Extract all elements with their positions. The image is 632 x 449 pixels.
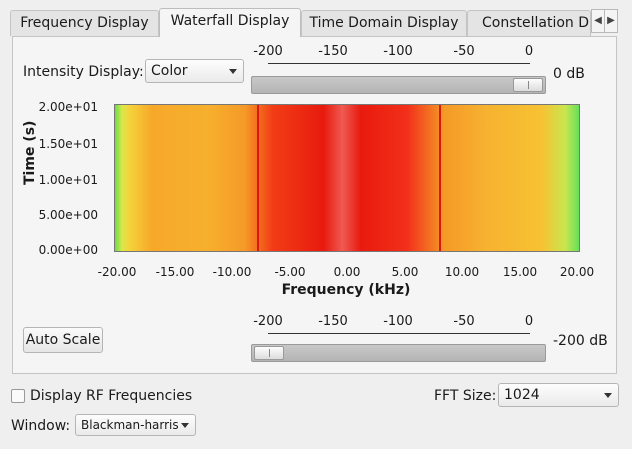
y-tick-label: 0.00e+00 (38, 243, 98, 257)
scale-tick-label: 0 (524, 314, 534, 329)
x-tick-label: 10.00 (444, 265, 480, 279)
max-intensity-slider[interactable] (251, 76, 546, 94)
min-intensity-slider[interactable] (251, 344, 546, 362)
scale-tick-label: -50 (453, 314, 475, 329)
scale-tick-label: -150 (318, 44, 348, 59)
window-label: Window: (11, 418, 71, 434)
waterfall-plot[interactable] (114, 104, 580, 252)
tab-constellation-display[interactable]: Constellation Di (467, 10, 591, 36)
x-tick-label: -10.00 (212, 265, 252, 279)
scale-tick-label: -150 (318, 314, 348, 329)
scale-tick-label: -100 (383, 314, 413, 329)
display-rf-frequencies-checkbox[interactable] (11, 389, 25, 403)
x-tick-label: -5.00 (274, 265, 306, 279)
fft-size-label: FFT Size: (434, 388, 497, 404)
intensity-display-value: Color (151, 63, 188, 79)
x-tick-label: -20.00 (97, 265, 137, 279)
x-tick-label: 15.00 (502, 265, 538, 279)
x-tick-label: -15.00 (155, 265, 195, 279)
chevron-down-icon (229, 69, 237, 74)
min-intensity-value: -200 dB (553, 333, 608, 349)
intensity-display-select[interactable]: Color (145, 59, 244, 83)
max-intensity-slider-handle[interactable] (513, 78, 543, 92)
y-tick-label: 1.50e+01 (38, 137, 98, 151)
display-rf-frequencies-label: Display RF Frequencies (30, 388, 193, 404)
chevron-down-icon (181, 423, 189, 428)
min-intensity-slider-handle[interactable] (254, 346, 284, 360)
window-value: Blackman-harris (81, 418, 179, 432)
tab-scroll-left-icon[interactable]: ◀ (591, 9, 605, 33)
max-intensity-value: 0 dB (553, 66, 585, 82)
tab-time-domain-display[interactable]: Time Domain Display (301, 10, 467, 36)
x-axis-title: Frequency (kHz) (281, 282, 411, 298)
x-tick-label: 20.00 (559, 265, 595, 279)
y-tick-label: 1.00e+01 (38, 173, 98, 187)
bottom-intensity-scale: -200 -150 -100 -50 0 (253, 314, 534, 334)
auto-scale-button[interactable]: Auto Scale (23, 327, 103, 353)
intensity-display-label: Intensity Display: (23, 64, 144, 80)
scale-tick-label: -200 (253, 314, 283, 329)
marker-line (439, 105, 441, 251)
top-intensity-scale: -200 -150 -100 -50 0 (253, 44, 534, 64)
scale-tick-label: -50 (453, 44, 475, 59)
window-select[interactable]: Blackman-harris (75, 414, 196, 436)
tab-waterfall-display[interactable]: Waterfall Display (159, 8, 301, 37)
fft-size-select[interactable]: 1024 (498, 383, 619, 407)
chevron-down-icon (604, 393, 612, 398)
scale-tick-label: -200 (253, 44, 283, 59)
scale-tick-label: 0 (524, 44, 534, 59)
y-tick-label: 5.00e+00 (38, 208, 98, 222)
scale-ruler-line (268, 333, 530, 334)
x-tick-label: 0.00 (333, 265, 361, 279)
tab-bar: Frequency Display Waterfall Display Time… (0, 0, 632, 37)
fft-size-value: 1024 (504, 387, 540, 403)
scale-ruler-line (268, 63, 530, 64)
tab-frequency-display[interactable]: Frequency Display (10, 10, 159, 36)
marker-line (257, 105, 259, 251)
scale-tick-label: -100 (383, 44, 413, 59)
x-tick-label: 5.00 (391, 265, 419, 279)
tab-scroll-right-icon[interactable]: ▶ (604, 9, 618, 33)
y-tick-label: 2.00e+01 (38, 100, 98, 114)
